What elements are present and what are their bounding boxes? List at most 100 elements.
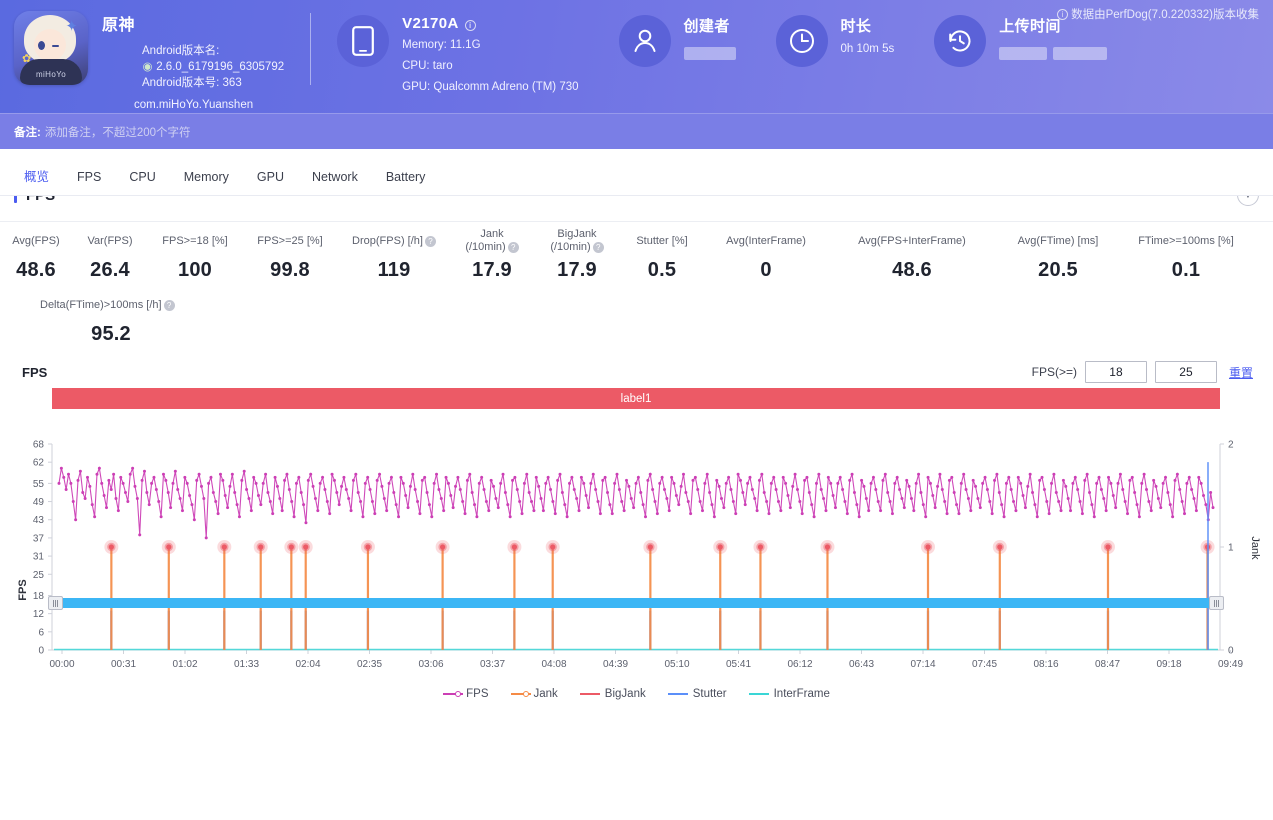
- app-icon-eye-left: [38, 41, 45, 50]
- fps-min-input[interactable]: [1085, 361, 1147, 383]
- report-header: i 数据由PerfDog(7.0.220332)版本收集 ✦ ✿ miHoYo …: [0, 0, 1273, 113]
- app-version-code: Android版本号: 363: [142, 75, 284, 91]
- help-icon[interactable]: ?: [508, 242, 519, 253]
- metric-value: 0.5: [620, 259, 704, 282]
- label-band[interactable]: label1: [52, 388, 1220, 409]
- metric-value: 17.9: [534, 259, 620, 282]
- chart-svg[interactable]: 0612182531374349556268 012 00:0000:3101:…: [0, 438, 1273, 684]
- svg-text:05:41: 05:41: [726, 659, 751, 670]
- fps-threshold-controls: FPS(>=) 重置: [1032, 361, 1253, 383]
- metric-value: 48.6: [0, 259, 72, 282]
- svg-text:1: 1: [1228, 543, 1234, 554]
- reset-link[interactable]: 重置: [1229, 364, 1253, 381]
- help-icon[interactable]: ?: [164, 300, 175, 311]
- metric-label: FTime>=100ms [%]: [1120, 228, 1252, 254]
- legend-item-jank[interactable]: Jank: [511, 688, 558, 700]
- svg-text:02:04: 02:04: [295, 659, 320, 670]
- app-version-name-label: Android版本名:: [142, 43, 284, 59]
- chart-toolbar: FPS FPS(>=) 重置: [0, 358, 1273, 386]
- tab-memory[interactable]: Memory: [170, 160, 243, 195]
- metric-avg-fps-interframe: Avg(FPS+InterFrame) 48.6: [828, 228, 996, 282]
- android-robot-icon: ◉: [142, 59, 153, 75]
- svg-text:01:02: 01:02: [172, 659, 197, 670]
- legend-item-interframe[interactable]: InterFrame: [749, 688, 830, 700]
- tab-battery[interactable]: Battery: [372, 160, 440, 195]
- chart-datazoom[interactable]: [52, 596, 1220, 610]
- svg-text:03:37: 03:37: [480, 659, 505, 670]
- metric-value: 99.8: [242, 259, 338, 282]
- perfdog-report-page: i 数据由PerfDog(7.0.220332)版本收集 ✦ ✿ miHoYo …: [0, 0, 1273, 820]
- header-divider: [310, 13, 311, 85]
- app-version-block: Android版本名: ◉ 2.6.0_6179196_6305792 Andr…: [142, 43, 284, 91]
- main-tabs[interactable]: 概览 FPS CPU Memory GPU Network Battery: [0, 160, 1273, 196]
- metric-label: Drop(FPS) [/h] ?: [338, 228, 450, 254]
- fps-max-input[interactable]: [1155, 361, 1217, 383]
- user-icon: [619, 15, 671, 67]
- legend-item-bigjank[interactable]: BigJank: [580, 688, 646, 700]
- metrics-row-1: Avg(FPS) 48.6 Var(FPS) 26.4 FPS>=18 [%] …: [0, 228, 1273, 282]
- remark-input[interactable]: 添加备注，不超过200个字符: [45, 124, 191, 140]
- metric-label: Stutter [%]: [620, 228, 704, 254]
- metrics-row-2: Delta(FTime)>100ms [/h] ? 95.2: [0, 292, 1273, 346]
- perfdog-version-text: 数据由PerfDog(7.0.220332)版本收集: [1071, 6, 1259, 22]
- app-icon: ✦ ✿ miHoYo: [14, 11, 88, 85]
- remark-label: 备注:: [14, 124, 41, 140]
- metric-avg-ftime: Avg(FTime) [ms] 20.5: [996, 228, 1120, 282]
- remark-bar[interactable]: 备注: 添加备注，不超过200个字符: [0, 113, 1273, 149]
- metric-fps-ge-18: FPS>=18 [%] 100: [148, 228, 242, 282]
- datazoom-handle-left[interactable]: [48, 596, 63, 610]
- upload-time-value: [999, 42, 1107, 65]
- creator-label: 创建者: [684, 15, 736, 36]
- svg-text:43: 43: [33, 515, 45, 526]
- device-cpu: CPU: taro: [402, 59, 578, 74]
- svg-text:08:47: 08:47: [1095, 659, 1120, 670]
- metric-label: Avg(FPS+InterFrame): [828, 228, 996, 254]
- fps-metrics: Avg(FPS) 48.6 Var(FPS) 26.4 FPS>=18 [%] …: [0, 222, 1273, 348]
- legend-item-stutter[interactable]: Stutter: [668, 688, 727, 700]
- datazoom-handle-right[interactable]: [1209, 596, 1224, 610]
- datazoom-bar[interactable]: [52, 598, 1220, 608]
- clock-icon: [776, 15, 828, 67]
- app-title: 原神: [102, 11, 284, 35]
- chart-legend[interactable]: FPS Jank BigJank Stutter InterFrame: [0, 688, 1273, 700]
- device-gpu: GPU: Qualcomm Adreno (TM) 730: [402, 80, 578, 95]
- tab-overview[interactable]: 概览: [10, 160, 63, 195]
- svg-text:06:43: 06:43: [849, 659, 874, 670]
- metric-value: 0.1: [1120, 259, 1252, 282]
- device-info-icon[interactable]: i: [465, 20, 476, 31]
- metric-label: Avg(InterFrame): [704, 228, 828, 254]
- history-icon: [934, 15, 986, 67]
- y-axis-right-label: Jank: [1249, 536, 1261, 560]
- metric-drop-fps: Drop(FPS) [/h] ? 119: [338, 228, 450, 282]
- y-axis-left-label: FPS: [17, 579, 29, 600]
- duration-value: 0h 10m 5s: [841, 42, 895, 57]
- metric-avg-fps: Avg(FPS) 48.6: [0, 228, 72, 282]
- svg-text:62: 62: [33, 458, 45, 469]
- svg-text:04:08: 04:08: [541, 659, 566, 670]
- metric-label: Avg(FPS): [0, 228, 72, 254]
- legend-item-fps[interactable]: FPS: [443, 688, 488, 700]
- help-icon[interactable]: ?: [593, 242, 604, 253]
- metric-ftime-ge-100ms: FTime>=100ms [%] 0.1: [1120, 228, 1252, 282]
- tab-network[interactable]: Network: [298, 160, 372, 195]
- help-icon[interactable]: ?: [425, 236, 436, 247]
- metric-value: 100: [148, 259, 242, 282]
- metric-stutter: Stutter [%] 0.5: [620, 228, 704, 282]
- y-axis-left-ticks: 0612182531374349556268: [33, 440, 52, 657]
- metric-label: Var(FPS): [72, 228, 148, 254]
- metric-value: 26.4: [72, 259, 148, 282]
- svg-text:05:10: 05:10: [664, 659, 689, 670]
- app-info: 原神 Android版本名: ◉ 2.6.0_6179196_6305792 A…: [102, 9, 284, 111]
- svg-text:37: 37: [33, 533, 45, 544]
- tab-cpu[interactable]: CPU: [115, 160, 169, 195]
- app-package-name: com.miHoYo.Yuanshen: [134, 99, 284, 111]
- svg-text:04:39: 04:39: [603, 659, 628, 670]
- metric-label: FPS>=18 [%]: [148, 228, 242, 254]
- tab-fps[interactable]: FPS: [63, 160, 115, 195]
- svg-text:31: 31: [33, 552, 45, 563]
- fps-filter-label: FPS(>=): [1032, 365, 1077, 379]
- tab-gpu[interactable]: GPU: [243, 160, 298, 195]
- metric-label: Avg(FTime) [ms]: [996, 228, 1120, 254]
- svg-text:07:45: 07:45: [972, 659, 997, 670]
- svg-text:68: 68: [33, 440, 45, 451]
